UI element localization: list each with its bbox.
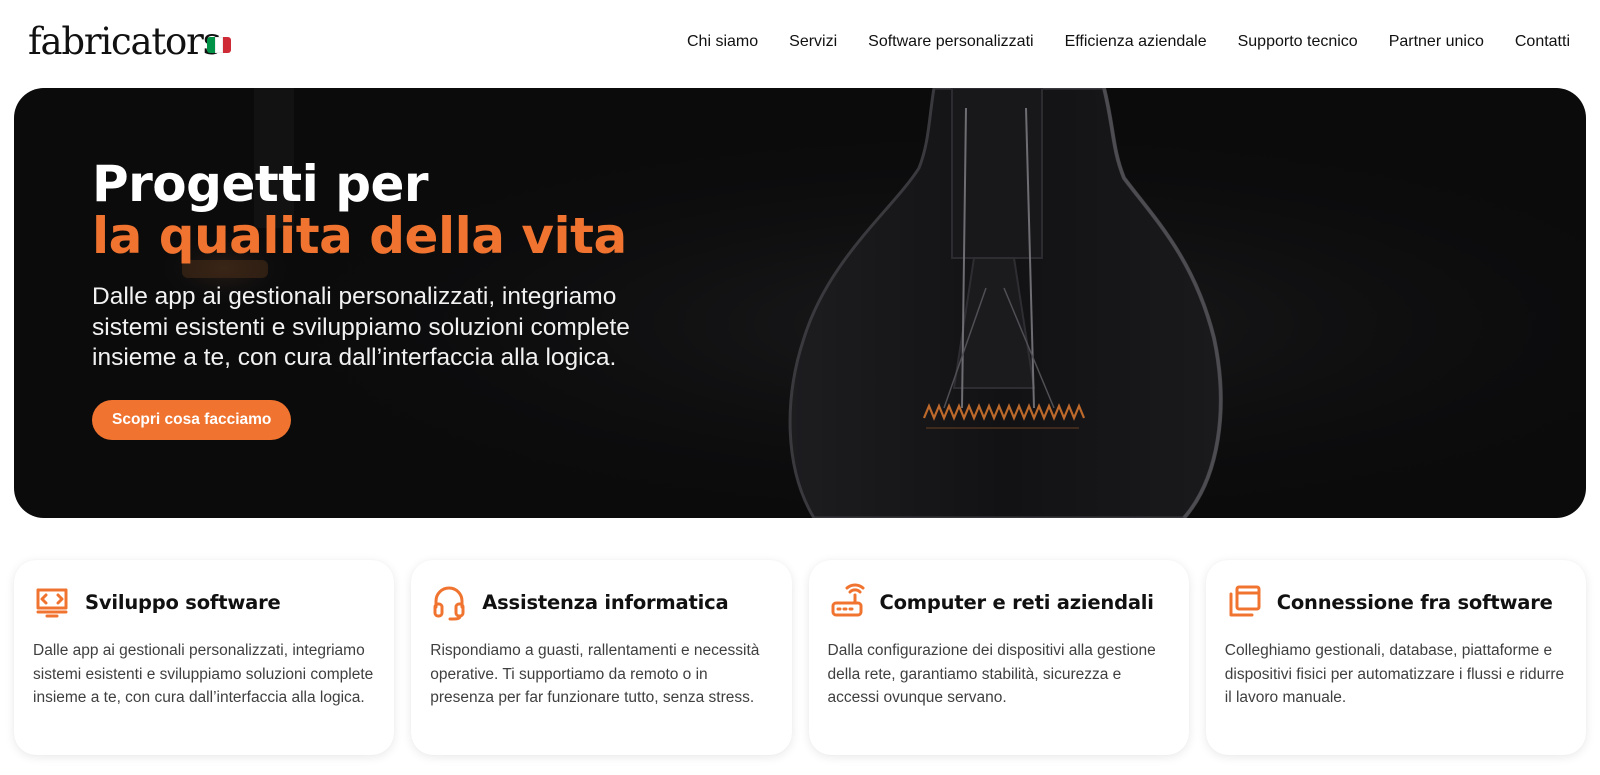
service-card-connessione[interactable]: Connessione fra software Colleghiamo ges… xyxy=(1205,560,1586,755)
card-description: Dalla configurazione dei dispositivi all… xyxy=(827,642,1156,706)
card-title: Computer e reti aziendali xyxy=(879,590,1154,614)
service-card-software[interactable]: Sviluppo software Dalle app ai gestional… xyxy=(14,560,395,755)
headset-icon xyxy=(430,583,468,621)
hero-banner: Progetti per la qualita della vita Dalle… xyxy=(14,88,1586,518)
nav-item-efficienza-aziendale[interactable]: Efficienza aziendale xyxy=(1065,28,1207,56)
router-icon xyxy=(828,583,866,621)
card-header: Sviluppo software xyxy=(33,582,375,622)
italian-flag-icon xyxy=(207,37,231,53)
nav-item-supporto-tecnico[interactable]: Supporto tecnico xyxy=(1238,28,1358,56)
service-card-assistenza[interactable]: Assistenza informatica Rispondiamo a gua… xyxy=(411,560,792,755)
monitor-code-icon xyxy=(33,583,71,621)
hero-description: Dalle app ai gestionali personalizzati, … xyxy=(92,283,630,371)
logo[interactable]: fabricators xyxy=(28,18,222,66)
hero-title-line-1: Progetti per xyxy=(92,155,429,213)
main-nav: Chi siamo Servizi Software personalizzat… xyxy=(687,28,1570,56)
card-header: Connessione fra software xyxy=(1225,582,1567,622)
hero-content: Progetti per la qualita della vita Dalle… xyxy=(92,158,712,440)
card-header: Computer e reti aziendali xyxy=(828,582,1170,622)
card-header: Assistenza informatica xyxy=(430,582,772,622)
services-cards: Sviluppo software Dalle app ai gestional… xyxy=(14,560,1586,755)
site-header: fabricators Chi siamo Servizi Software p… xyxy=(0,0,1600,86)
card-description: Colleghiamo gestionali, database, piatta… xyxy=(1224,642,1565,706)
card-title: Connessione fra software xyxy=(1276,590,1553,614)
discover-button[interactable]: Scopri cosa facciamo xyxy=(92,399,292,440)
service-card-reti[interactable]: Computer e reti aziendali Dalla configur… xyxy=(808,560,1189,755)
card-description: Rispondiamo a guasti, rallentamenti e ne… xyxy=(430,642,760,706)
card-title: Assistenza informatica xyxy=(482,590,729,614)
hero-title: Progetti per la qualita della vita xyxy=(92,158,712,262)
nav-item-chi-siamo[interactable]: Chi siamo xyxy=(687,28,758,56)
card-title: Sviluppo software xyxy=(85,590,281,614)
hero-title-line-2: la qualita della vita xyxy=(92,207,627,265)
nav-item-software-personalizzati[interactable]: Software personalizzati xyxy=(868,28,1033,56)
nav-item-partner-unico[interactable]: Partner unico xyxy=(1389,28,1484,56)
nav-item-servizi[interactable]: Servizi xyxy=(789,28,837,56)
card-description: Dalle app ai gestionali personalizzati, … xyxy=(33,642,374,706)
nav-item-contatti[interactable]: Contatti xyxy=(1515,28,1570,56)
windows-stack-icon xyxy=(1225,583,1263,621)
